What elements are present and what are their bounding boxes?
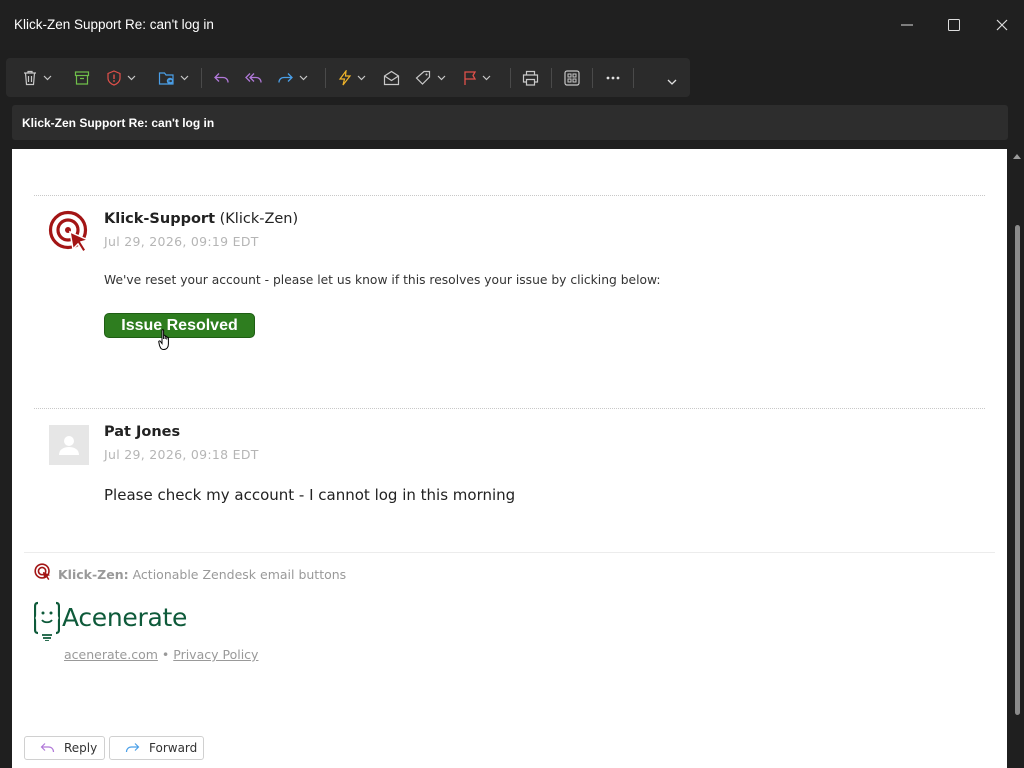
link-separator: • — [161, 647, 170, 662]
flag-button[interactable] — [463, 58, 491, 97]
quick-steps-icon — [338, 69, 352, 85]
mark-read-button[interactable] — [383, 58, 400, 97]
user-icon — [59, 436, 79, 455]
chevron-down-icon — [180, 75, 189, 80]
report-button[interactable] — [106, 58, 136, 97]
move-icon — [158, 71, 174, 85]
mark-read-icon — [383, 70, 400, 85]
forward-action-button[interactable]: Forward — [109, 736, 204, 760]
chevron-down-icon — [667, 79, 677, 85]
subject-bar: Klick-Zen Support Re: can't log in — [12, 105, 1008, 140]
acenerate-logo-icon — [34, 601, 60, 641]
chevron-down-icon — [437, 75, 446, 80]
footer-links: acenerate.com • Privacy Policy — [64, 647, 258, 662]
scrollbar-thumb[interactable] — [1015, 225, 1020, 715]
chevron-down-icon — [127, 75, 136, 80]
report-icon — [107, 69, 121, 86]
reply-all-button[interactable] — [245, 58, 263, 97]
sender-org: (Klick-Zen) — [219, 211, 299, 227]
window-title: Klick-Zen Support Re: can't log in — [14, 17, 214, 32]
message-body: Please check my account - I cannot log i… — [104, 486, 516, 504]
issue-resolved-button[interactable]: Issue Resolved — [104, 313, 255, 338]
hand-cursor-icon — [158, 329, 169, 351]
reply-icon — [214, 72, 229, 83]
toolbar-separator — [325, 68, 326, 88]
title-bar: Klick-Zen Support Re: can't log in — [0, 0, 1024, 50]
minimize-button[interactable] — [884, 0, 930, 50]
message-date: Jul 29, 2026, 09:19 EDT — [104, 234, 259, 249]
toolbar-separator — [592, 68, 593, 88]
reply-toolbar-button[interactable] — [213, 58, 230, 97]
print-icon — [522, 70, 539, 86]
minimize-icon — [901, 24, 913, 26]
forward-icon — [125, 743, 140, 753]
maximize-button[interactable] — [931, 0, 977, 50]
avatar — [49, 425, 89, 465]
chevron-down-icon — [299, 75, 308, 80]
sender-name: Pat Jones — [104, 424, 181, 440]
forward-label: Forward — [149, 741, 198, 755]
chevron-down-icon — [482, 75, 491, 80]
quick-steps-button[interactable] — [338, 58, 366, 97]
divider — [34, 195, 985, 196]
message-date: Jul 29, 2026, 09:18 EDT — [104, 447, 259, 462]
chevron-down-icon — [43, 75, 52, 80]
more-button[interactable] — [606, 58, 620, 97]
toolbar-separator — [633, 68, 634, 88]
message-body: We've reset your account - please let us… — [104, 273, 661, 287]
ribbon-toolbar — [6, 58, 690, 97]
privacy-policy-link[interactable]: Privacy Policy — [173, 647, 258, 662]
chevron-down-icon — [357, 75, 366, 80]
forward-icon — [278, 72, 293, 83]
close-icon — [996, 19, 1008, 31]
footer-tagline: Klick-Zen: Actionable Zendesk email butt… — [58, 567, 346, 582]
reply-icon — [40, 743, 55, 753]
klick-zen-logo-icon — [34, 563, 51, 580]
delete-button[interactable] — [22, 58, 52, 97]
divider — [34, 408, 985, 409]
reply-all-icon — [245, 72, 262, 83]
toolbar-separator — [201, 68, 202, 88]
reply-button[interactable]: Reply — [24, 736, 105, 760]
sender-name: Klick-Support — [104, 211, 216, 227]
toolbar-separator — [510, 68, 511, 88]
toolbar-separator — [551, 68, 552, 88]
flag-icon — [464, 70, 477, 85]
footer-brand: Klick-Zen: — [58, 567, 129, 582]
tag-icon — [415, 70, 431, 85]
apps-button[interactable] — [564, 58, 580, 97]
reply-label: Reply — [64, 741, 98, 755]
email-body: Klick-Support (Klick-Zen) Jul 29, 2026, … — [12, 149, 1007, 768]
acenerate-link[interactable]: acenerate.com — [64, 647, 158, 662]
maximize-icon — [948, 19, 960, 31]
move-button[interactable] — [158, 58, 189, 97]
footer-tagline-text: Actionable Zendesk email buttons — [132, 567, 347, 582]
klick-zen-logo-icon — [48, 210, 90, 252]
delete-icon — [24, 70, 36, 85]
close-button[interactable] — [979, 0, 1024, 50]
more-icon — [606, 76, 620, 79]
forward-button[interactable] — [277, 58, 308, 97]
apps-icon — [564, 69, 580, 86]
tag-button[interactable] — [415, 58, 446, 97]
email-subject: Klick-Zen Support Re: can't log in — [22, 116, 215, 130]
print-button[interactable] — [522, 58, 539, 97]
scroll-up-arrow-icon[interactable] — [1013, 154, 1021, 159]
archive-icon — [74, 70, 90, 85]
acenerate-wordmark: Acenerate — [62, 603, 188, 632]
archive-button[interactable] — [74, 58, 90, 97]
divider — [24, 552, 995, 553]
message-sender: Klick-Support (Klick-Zen) — [104, 211, 298, 227]
expand-toolbar-button[interactable] — [667, 62, 677, 101]
